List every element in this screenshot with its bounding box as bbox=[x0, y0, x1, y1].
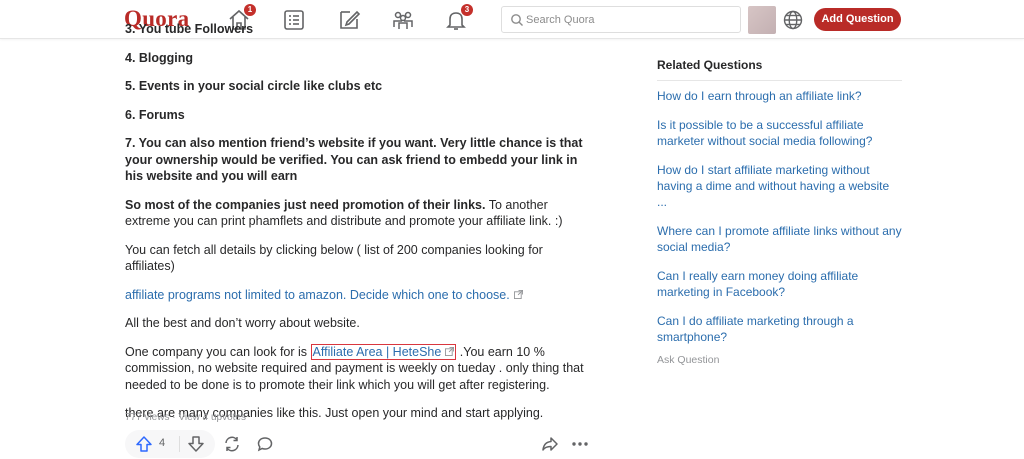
related-question-link[interactable]: How do I start affiliate marketing witho… bbox=[657, 162, 902, 210]
external-link-icon bbox=[513, 289, 523, 299]
related-questions: Related Questions How do I earn through … bbox=[657, 58, 902, 366]
answer-meta[interactable]: 777 views · View 4 upvotes bbox=[125, 412, 246, 423]
home-badge: 1 bbox=[244, 4, 256, 16]
list-item-forums: 6. Forums bbox=[125, 107, 185, 122]
avatar[interactable] bbox=[748, 6, 776, 34]
external-link-icon bbox=[445, 346, 455, 356]
promotion-paragraph: So most of the companies just need promo… bbox=[125, 197, 595, 230]
share-button[interactable] bbox=[541, 435, 559, 453]
comment-button[interactable] bbox=[256, 435, 274, 453]
comment-icon bbox=[257, 437, 273, 452]
related-question-link[interactable]: Can I do affiliate marketing through a s… bbox=[657, 313, 902, 345]
related-questions-title: Related Questions bbox=[657, 58, 902, 81]
related-question-link[interactable]: Is it possible to be a successful affili… bbox=[657, 117, 902, 149]
related-question-link[interactable]: Can I really earn money doing affiliate … bbox=[657, 268, 902, 300]
more-dots-icon bbox=[572, 442, 588, 446]
ask-question-link[interactable]: Ask Question bbox=[657, 354, 902, 366]
share-reshare-button[interactable] bbox=[223, 435, 241, 453]
company-paragraph: One company you can look for is Affiliat… bbox=[125, 343, 595, 394]
add-question-button[interactable]: Add Question bbox=[814, 8, 901, 31]
reshare-icon bbox=[225, 436, 239, 452]
vote-divider bbox=[179, 436, 180, 452]
share-arrow-icon bbox=[542, 437, 558, 451]
affiliate-programs-link[interactable]: affiliate programs not limited to amazon… bbox=[125, 288, 523, 302]
notifications-badge: 3 bbox=[461, 4, 473, 16]
upvote-count: 4 bbox=[159, 437, 166, 449]
more-options-button[interactable] bbox=[571, 435, 589, 453]
affiliate-link-paragraph: affiliate programs not limited to amazon… bbox=[125, 287, 595, 304]
list-item-youtube: 3. You tube Followers bbox=[125, 22, 254, 36]
answer-content: 3. You tube Followers 4. Blogging 5. Eve… bbox=[125, 22, 595, 434]
list-item-blogging: 4. Blogging bbox=[125, 50, 194, 65]
upvote-button[interactable] bbox=[135, 435, 153, 453]
downvote-arrow-icon bbox=[188, 436, 204, 452]
list-item-friend-website: 7. You can also mention friend’s website… bbox=[125, 136, 583, 183]
globe-icon[interactable] bbox=[782, 9, 804, 31]
upvote-arrow-icon bbox=[136, 436, 152, 452]
best-wishes-paragraph: All the best and don’t worry about websi… bbox=[125, 316, 360, 330]
affiliate-area-link[interactable]: Affiliate Area | HeteShe bbox=[310, 343, 457, 360]
promotion-bold-text: So most of the companies just need promo… bbox=[125, 197, 486, 212]
list-item-events: 5. Events in your social circle like clu… bbox=[125, 79, 383, 93]
fetch-paragraph: You can fetch all details by clicking be… bbox=[125, 242, 543, 274]
company-pre-text: One company you can look for is bbox=[125, 344, 311, 359]
answer-actions: 4 bbox=[125, 430, 595, 458]
related-question-link[interactable]: How do I earn through an affiliate link? bbox=[657, 88, 902, 104]
downvote-button[interactable] bbox=[187, 435, 205, 453]
related-question-link[interactable]: Where can I promote affiliate links with… bbox=[657, 223, 902, 255]
